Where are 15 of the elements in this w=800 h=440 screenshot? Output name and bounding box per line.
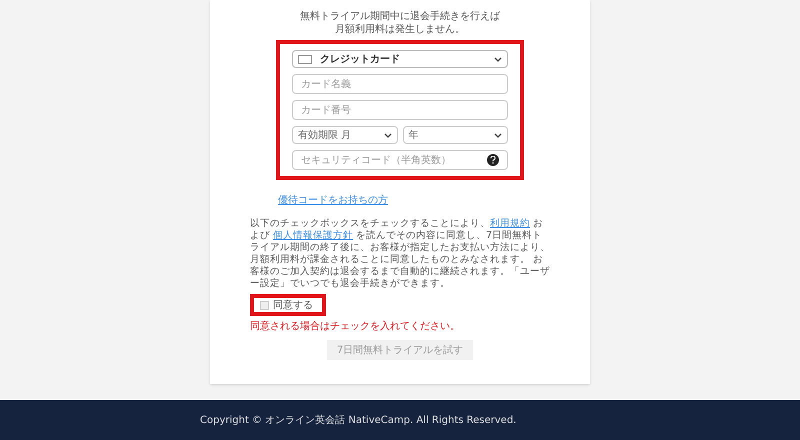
security-code-field[interactable]: セキュリティコード（半角英数） — [292, 150, 508, 170]
notice-text: 無料トライアル期間中に退会手続きを行えば — [300, 10, 500, 23]
error-message: 同意される場合はチェックを入れてください。 — [250, 320, 461, 334]
terms-link[interactable]: 個人情報保護方針 — [273, 230, 354, 241]
copyright-text: Copyright © オンライン英会話 NativeCamp. All Rights Reserved. — [200, 414, 516, 428]
notice-text: 月額利用料は発生しません。 — [335, 23, 465, 36]
expiry-year-select[interactable]: 年 — [402, 126, 508, 144]
card-name-field[interactable]: カード名義 — [292, 74, 508, 94]
checkbox-label: 同意する — [273, 298, 313, 312]
card-number-field[interactable]: カード番号 — [292, 100, 508, 120]
promo-code-link[interactable]: 優待コードをお持ちの方 — [278, 195, 388, 206]
terms-link[interactable]: 利用規約 — [490, 218, 530, 229]
expiry-month-select[interactable]: 有効期限 月 — [292, 126, 398, 144]
payment-method-select[interactable]: クレジットカード — [292, 50, 508, 68]
terms-paragraph: 以下のチェックボックスをチェックすることにより、利用規約 および 個人情報保護方針 を読んでその内容に同意し、7日間無料トライアル期間の終了後に、お客様が指定したお支払い方法により、月額利用料が課金されることに同意したものとみなされます。 お客様のご加入契約は退会するまで自動的に継続されます。「ユーザー設定」でいつでも退会手続きができます。 — [250, 218, 550, 290]
